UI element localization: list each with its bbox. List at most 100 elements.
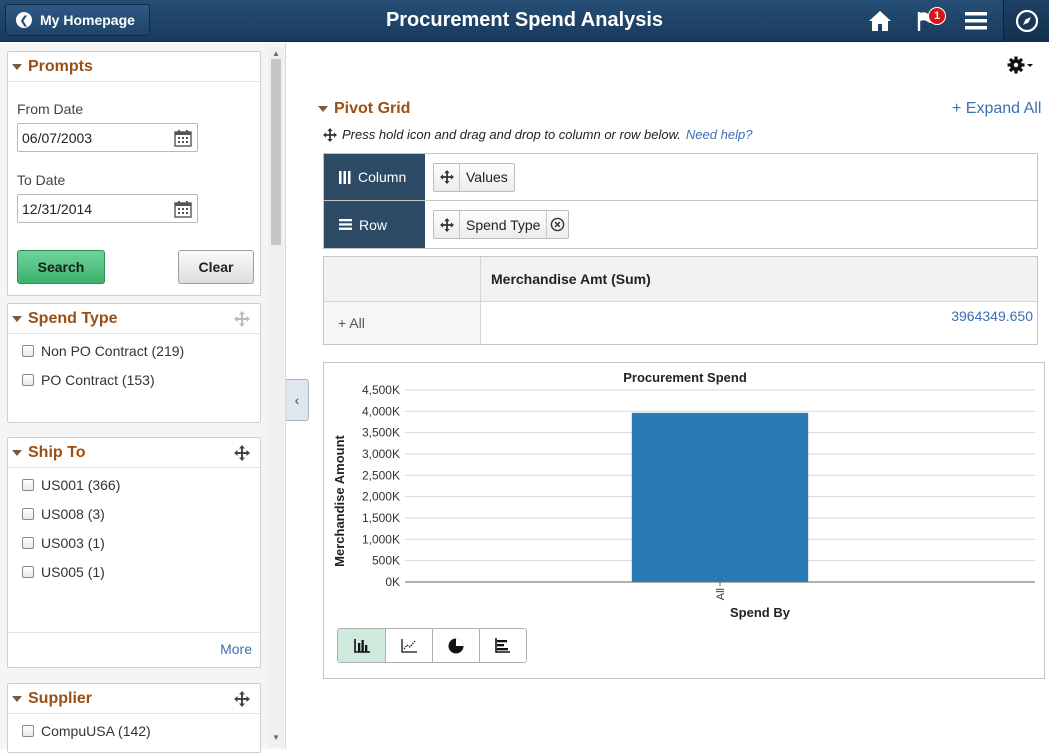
y-tick-label: 4,000K [362, 404, 400, 418]
y-tick-label: 4,500K [362, 383, 400, 397]
facet-option-label: US005 (1) [41, 564, 105, 580]
ship-to-header[interactable]: Ship To [8, 438, 260, 468]
horizontal-bar-chart-icon[interactable] [479, 629, 526, 662]
clear-button[interactable]: Clear [178, 250, 254, 284]
to-date-label: To Date [17, 172, 66, 188]
from-date-field[interactable]: 06/07/2003 [17, 123, 198, 152]
checkbox[interactable] [22, 537, 34, 549]
gear-icon[interactable] [1007, 56, 1035, 74]
spend-type-chip[interactable]: Spend Type [433, 210, 570, 239]
facet-option[interactable]: CompuUSA (142) [22, 723, 151, 739]
scroll-thumb[interactable] [271, 59, 281, 245]
y-tick-label: 3,000K [362, 447, 400, 461]
spend-type-chip-label: Spend Type [466, 216, 541, 233]
facet-option-label: US001 (366) [41, 477, 121, 493]
spend-type-title: Spend Type [28, 309, 118, 327]
row-drop-zone[interactable]: Spend Type [425, 201, 1037, 248]
supplier-title: Supplier [28, 689, 93, 707]
row-label-text: Row [359, 216, 388, 233]
search-button[interactable]: Search [17, 250, 105, 284]
checkbox[interactable] [22, 508, 34, 520]
move-icon[interactable] [434, 211, 460, 238]
from-date-value: 06/07/2003 [22, 129, 93, 146]
left-panel-scrollbar[interactable]: ▲ ▼ [268, 47, 284, 747]
y-tick-label: 0K [385, 575, 400, 589]
procurement-spend-chart: Procurement Spend 0K 500K 1,000K 1,500K 2,000… [332, 370, 1035, 620]
scroll-down-icon[interactable]: ▼ [271, 733, 281, 742]
notification-count-badge: 1 [928, 7, 946, 25]
my-homepage-label: My Homepage [40, 12, 135, 28]
bar-chart-icon[interactable] [338, 629, 385, 662]
pivot-axes: Column Values Row Spend Type [323, 153, 1038, 249]
scroll-up-icon[interactable]: ▲ [271, 49, 281, 58]
pie-chart-icon[interactable] [432, 629, 479, 662]
supplier-header[interactable]: Supplier [8, 684, 260, 714]
expand-all-row-header[interactable]: + All [324, 302, 481, 344]
row-axis-row: Row Spend Type [324, 201, 1037, 248]
bar [631, 412, 809, 582]
columns-icon [339, 170, 351, 184]
prompts-box: Prompts From Date 06/07/2003 To Date 12/… [7, 51, 261, 296]
checkbox[interactable] [22, 345, 34, 357]
checkbox[interactable] [22, 725, 34, 737]
move-icon[interactable] [234, 445, 250, 461]
move-icon[interactable] [434, 163, 460, 191]
pivot-grid-header[interactable]: Pivot Grid [318, 100, 410, 118]
facet-option-label: US008 (3) [41, 506, 105, 522]
move-icon[interactable] [234, 691, 250, 707]
calendar-icon[interactable] [174, 200, 192, 218]
collapse-triangle-icon [12, 449, 22, 456]
chart-panel: Procurement Spend 0K 500K 1,000K 1,500K 2,000… [323, 362, 1045, 679]
ship-to-title: Ship To [28, 443, 86, 461]
move-icon[interactable] [234, 311, 250, 327]
facet-option[interactable]: US008 (3) [22, 506, 105, 522]
spend-type-facet: Spend Type Non PO Contract (219) PO Cont… [7, 303, 261, 423]
column-axis-label: Column [324, 154, 425, 200]
values-chip-label: Values [466, 169, 508, 185]
table-row: + All 3964349.650 [324, 301, 1037, 344]
prompts-header[interactable]: Prompts [8, 52, 260, 82]
ship-to-facet: Ship To US001 (366) US008 (3) US003 (1) … [7, 437, 261, 668]
x-axis-title: Spend By [730, 605, 791, 620]
hamburger-menu-icon[interactable] [962, 8, 990, 34]
collapse-triangle-icon [12, 63, 22, 70]
my-homepage-button[interactable]: ❮ My Homepage [5, 4, 150, 36]
to-date-field[interactable]: 12/31/2014 [17, 194, 198, 223]
checkbox[interactable] [22, 374, 34, 386]
facet-option[interactable]: US001 (366) [22, 477, 120, 493]
remove-icon[interactable] [546, 211, 568, 238]
facet-option[interactable]: Non PO Contract (219) [22, 343, 184, 359]
line-chart-icon[interactable] [385, 629, 432, 662]
y-tick-label: 2,500K [362, 468, 400, 482]
column-label-text: Column [358, 169, 407, 185]
column-drop-zone[interactable]: Values [425, 154, 1037, 200]
column-axis-row: Column Values [324, 154, 1037, 201]
expand-all-link[interactable]: + Expand All [952, 100, 1041, 118]
need-help-link[interactable]: Need help? [686, 127, 753, 142]
spend-type-header[interactable]: Spend Type [8, 304, 260, 334]
facet-option[interactable]: US005 (1) [22, 564, 105, 580]
pivot-grid-title: Pivot Grid [334, 100, 411, 117]
facet-option[interactable]: US003 (1) [22, 535, 105, 551]
facet-option[interactable]: PO Contract (153) [22, 372, 155, 388]
y-axis-title: Merchandise Amount [332, 434, 347, 566]
top-banner: ❮ My Homepage Procurement Spend Analysis… [0, 0, 1049, 42]
grid-value-cell[interactable]: 3964349.650 [481, 302, 1037, 344]
navbar-button[interactable] [1003, 0, 1049, 42]
collapse-triangle-icon [318, 106, 328, 112]
prompts-title: Prompts [28, 57, 93, 75]
collapse-panel-button[interactable]: ‹ [286, 379, 309, 421]
grid-header-row: Merchandise Amt (Sum) [324, 257, 1037, 301]
grid-column-header[interactable]: Merchandise Amt (Sum) [481, 257, 1037, 301]
checkbox[interactable] [22, 566, 34, 578]
facet-option-label: CompuUSA (142) [41, 723, 151, 739]
checkbox[interactable] [22, 479, 34, 491]
divider [8, 632, 260, 633]
drag-hint: Press hold icon and drag and drop to col… [323, 127, 752, 142]
values-chip[interactable]: Values [433, 162, 515, 192]
chevron-left-icon: ‹ [294, 392, 300, 408]
y-tick-label: 1,500K [362, 511, 400, 525]
more-link[interactable]: More [220, 641, 252, 657]
calendar-icon[interactable] [174, 129, 192, 147]
home-icon[interactable] [866, 8, 894, 34]
